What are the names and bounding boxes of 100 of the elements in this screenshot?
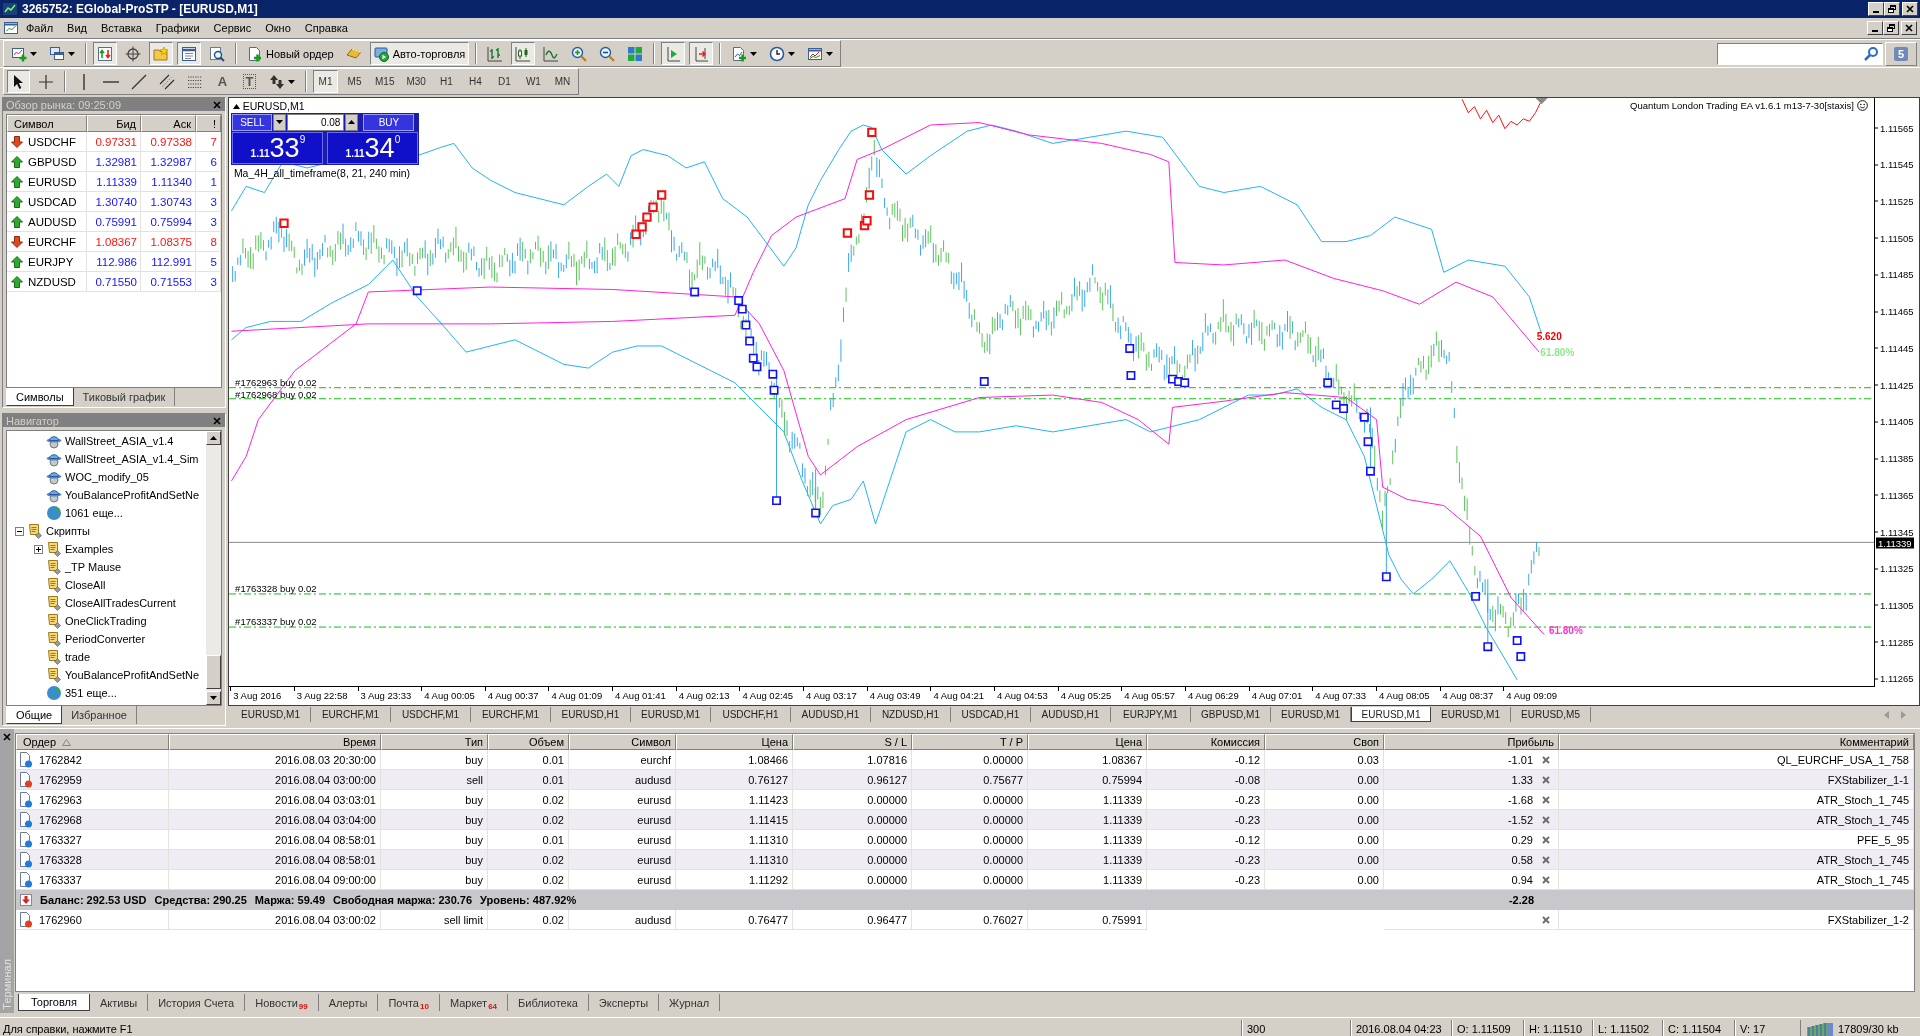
spread-cell: 5 <box>196 252 221 272</box>
table-cell: 0.01 <box>488 770 569 790</box>
tab-count: 99 <box>298 1002 308 1011</box>
table-cell: audusd <box>569 770 676 790</box>
table-cell: 1.11339 <box>1028 810 1147 830</box>
time-axis-label: 4 Aug 08:37 <box>1439 690 1494 701</box>
ask-cell: 1.11340 <box>141 172 196 192</box>
tab-count: 10 <box>420 1002 429 1011</box>
status-cell: V: 17 <box>1734 1020 1800 1036</box>
table-cell: buy <box>381 810 488 830</box>
time-axis-label: 4 Aug 00:05 <box>421 690 475 701</box>
time-axis-label: 4 Aug 05:57 <box>1121 690 1176 701</box>
profit-value: 0.94 <box>1511 873 1533 886</box>
table-cell: ATR_Stoch_1_745 <box>1559 850 1914 870</box>
price-axis-label: 1.11425 <box>1875 379 1914 391</box>
table-cell: FXStabilizer_1-1 <box>1559 770 1914 790</box>
price-axis-label: 1.11525 <box>1875 195 1914 207</box>
bid-cell: 1.30740 <box>87 192 141 212</box>
table-cell: 0.02 <box>488 810 569 830</box>
table-cell: sell limit <box>381 910 488 930</box>
table-cell: ATR_Stoch_1_745 <box>1559 810 1914 830</box>
time-axis-label: 4 Aug 05:25 <box>1057 690 1112 701</box>
panel-title: Терминал <box>1 959 13 1010</box>
account-summary: Баланс: 292.53 USD <box>40 894 147 906</box>
time-axis-label: 4 Aug 08:05 <box>1375 690 1430 701</box>
status-cell: H: 1.11510 <box>1523 1020 1592 1036</box>
spread-cell: 8 <box>196 232 221 252</box>
bid-cell: 1.08367 <box>87 232 141 252</box>
bid-cell: 0.97331 <box>87 132 141 152</box>
price-axis-label: 1.11565 <box>1875 122 1914 133</box>
time-axis-label: 4 Aug 03:49 <box>866 690 921 701</box>
price-axis-label: 1.11505 <box>1875 232 1914 244</box>
table-cell: 0.00000 <box>793 810 912 830</box>
account-summary: Маржа: 59.49 <box>254 894 326 906</box>
time-axis-label: 4 Aug 07:33 <box>1312 690 1366 701</box>
price-axis-label: 1.11345 <box>1875 526 1914 538</box>
ask-cell: 1.08375 <box>141 232 196 252</box>
table-cell: 0.02 <box>488 850 569 870</box>
profit-value: -1.68 <box>1507 793 1533 806</box>
panel-title: Навигатор <box>6 414 59 427</box>
table-cell: 0.00 <box>1265 810 1384 830</box>
table-cell: 1.11339 <box>1028 850 1147 870</box>
spread-cell: 7 <box>196 132 221 152</box>
ask-cell: 0.75994 <box>141 212 196 232</box>
time-axis-label: 4 Aug 02:13 <box>675 690 730 701</box>
table-cell: 2016.08.04 03:00:00 <box>169 770 381 790</box>
ask-cell: 1.30743 <box>141 192 196 212</box>
ask-cell: 112.991 <box>141 252 196 272</box>
table-cell: FXStabilizer_1-2 <box>1559 910 1914 930</box>
price-axis-label: 1.11265 <box>1875 672 1914 684</box>
table-cell: 1.11310 <box>676 850 793 870</box>
table-cell: buy <box>381 850 488 870</box>
table-cell: 0.75677 <box>912 770 1028 790</box>
price-axis-label: 1.11405 <box>1875 415 1914 427</box>
time-axis-label: 4 Aug 07:01 <box>1248 690 1303 701</box>
account-summary: Свободная маржа: 230.76 <box>333 894 473 906</box>
time-axis-label: 4 Aug 03:17 <box>803 690 857 701</box>
price-axis-label: 1.11465 <box>1875 305 1914 317</box>
panel-title: Обзор рынка: 09:25:09 <box>6 98 122 111</box>
time-axis-label: 3 Aug 22:58 <box>293 690 348 701</box>
ask-cell: 0.97338 <box>141 132 196 152</box>
table-cell: audusd <box>569 910 676 930</box>
price-axis-label: 1.11305 <box>1875 599 1914 611</box>
spread-cell: 3 <box>196 272 221 292</box>
window-title: 3265752: EGlobal-ProSTP - [EURUSD,M1] <box>22 2 258 16</box>
table-cell: 0.75991 <box>1028 910 1147 930</box>
bid-cell: 1.32981 <box>87 152 141 172</box>
spread-cell: 6 <box>196 152 221 172</box>
time-axis-label: 4 Aug 06:29 <box>1184 690 1239 701</box>
price-axis-label: 1.11445 <box>1875 342 1914 354</box>
table-cell: 2016.08.04 03:04:00 <box>169 810 381 830</box>
table-cell: 0.00 <box>1265 850 1384 870</box>
time-axis-label: 3 Aug 23:33 <box>357 690 412 701</box>
bid-cell: 0.75991 <box>87 212 141 232</box>
table-cell: 0.02 <box>488 910 569 930</box>
price-axis-label: 1.11385 <box>1875 452 1914 464</box>
status-cell: 2016.08.04 04:23 <box>1350 1020 1451 1036</box>
price-axis-label: 1.11545 <box>1875 158 1914 170</box>
status-cell: 300 <box>1241 1020 1350 1036</box>
table-cell: 1.11415 <box>676 810 793 830</box>
current-price-tag: 1.11339 <box>1876 537 1914 549</box>
status-cell: L: 1.11502 <box>1592 1020 1662 1036</box>
table-cell: 0.75994 <box>1028 770 1147 790</box>
price-axis-label: 1.11485 <box>1875 268 1914 280</box>
connection-status: 17809/30 kb <box>1838 1023 1899 1035</box>
tab-count: 64 <box>488 1002 498 1011</box>
profit-value: 1.33 <box>1511 773 1533 786</box>
status-cell: O: 1.11509 <box>1451 1020 1523 1036</box>
price-axis-label: 1.11285 <box>1875 636 1914 648</box>
status-text: Для справки, нажмите F1 <box>2 1023 134 1035</box>
table-cell: 2016.08.04 03:00:02 <box>169 910 381 930</box>
time-axis-label: 4 Aug 04:53 <box>994 690 1048 701</box>
table-cell: 2016.08.04 08:58:01 <box>169 850 381 870</box>
table-cell: 0.76027 <box>912 910 1028 930</box>
table-cell: 0.96127 <box>793 770 912 790</box>
time-axis-label: 3 Aug 2016 <box>230 690 282 701</box>
bid-cell: 1.11339 <box>87 172 141 192</box>
time-axis-label: 4 Aug 02:45 <box>739 690 794 701</box>
profit-value: -1.52 <box>1507 813 1533 826</box>
time-axis-label: 4 Aug 01:41 <box>612 690 666 701</box>
